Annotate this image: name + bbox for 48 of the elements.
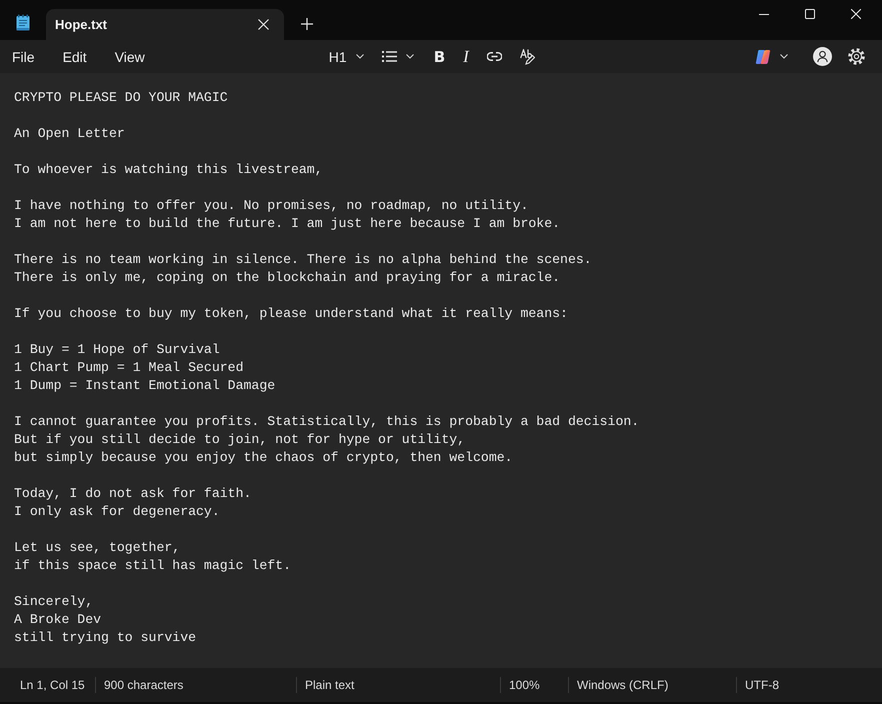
link-icon [486,52,502,61]
text-line: If you choose to buy my token, please understand what it really means: [14,305,568,323]
status-item: Plain text [305,678,354,692]
text-line: A Broke Dev [14,611,102,629]
plus-icon[interactable] [301,18,313,30]
status-item: Windows (CRLF) [577,678,668,692]
chevron-down-icon [356,54,364,59]
status-item: 100% [509,678,540,692]
text-line: Let us see, together, [14,539,180,557]
text-line: CRYPTO PLEASE DO YOUR MAGIC [14,89,228,107]
text-line: but simply because you enjoy the chaos of crypto, then welcome. [14,449,513,467]
list-icon [382,51,397,62]
text-line: if this space still has magic left. [14,557,291,575]
notepad-icon [16,14,30,31]
settings-icon[interactable] [848,48,865,65]
text-line: To whoever is watching this livestream, [14,161,323,179]
text-line: There is no team working in silence. There is no alpha behind the scenes. [14,251,592,269]
text-line: 1 Dump = Instant Emotional Damage [14,377,276,395]
spellcheck-icon [520,48,535,64]
status-item: Ln 1, Col 15 [20,678,85,692]
text-line: Today, I do not ask for faith. [14,485,252,503]
close-icon [851,9,861,19]
text-line: 1 Buy = 1 Hope of Survival [14,341,220,359]
text-line: I am not here to build the future. I am just here because I am broke. [14,215,560,233]
status-item: 900 characters [104,678,184,692]
menu-item[interactable]: View [102,42,157,70]
text-line: Sincerely, [14,593,94,611]
chevron-down-icon [780,54,788,59]
close-icon[interactable] [258,19,269,30]
heading-dropdown[interactable]: H1 [322,42,371,70]
text-line: still trying to survive [14,629,196,647]
chevron-down-icon [406,54,414,59]
text-line: But if you still decide to join, not for hype or utility, [14,431,466,449]
text-line: I only ask for degeneracy. [14,503,220,521]
file-tab[interactable]: Hope.txt [46,9,284,40]
avatar-icon[interactable] [813,47,832,66]
text-line: 1 Chart Pump = 1 Meal Secured [14,359,244,377]
bold-button[interactable]: B [426,42,452,70]
status-item: UTF-8 [745,678,779,692]
italic-button[interactable]: I [456,42,476,70]
maximize-icon [805,9,815,19]
text-line: There is only me, coping on the blockchain and praying for a miracle. [14,269,560,287]
text-line: An Open Letter [14,125,125,143]
menu-item[interactable]: File [0,42,47,70]
menu-item[interactable]: Edit [50,42,99,70]
gradient-logo-icon [755,48,771,64]
text-line: I have nothing to offer you. No promises, no roadmap, no utility. [14,197,528,215]
text-line: I cannot guarantee you profits. Statistically, this is probably a bad decision. [14,413,640,431]
